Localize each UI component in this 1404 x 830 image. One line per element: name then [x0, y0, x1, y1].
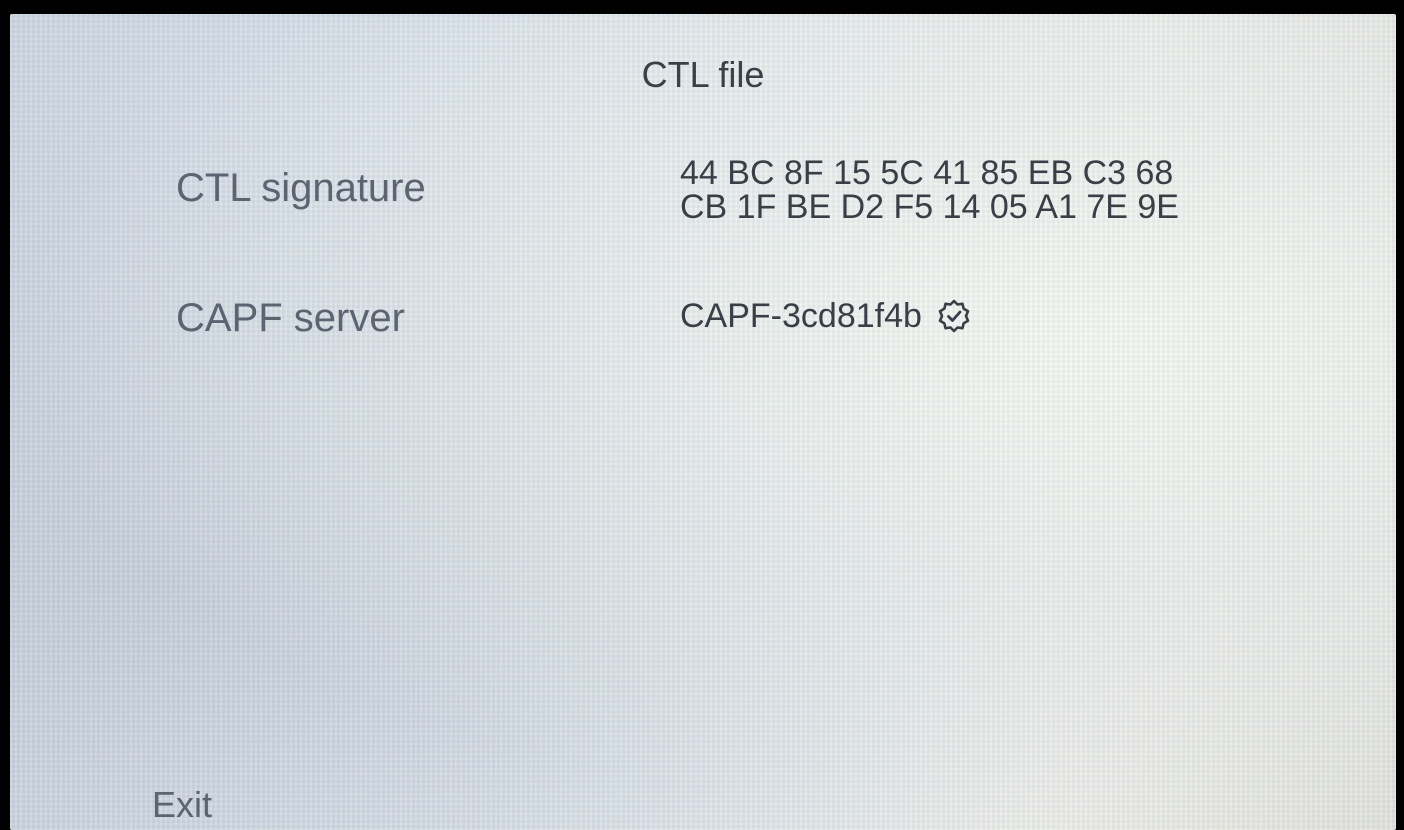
capf-server-row: CAPF-3cd81f4b	[680, 298, 972, 334]
ctl-signature-line-2: CB 1F BE D2 F5 14 05 A1 7E 9E	[680, 188, 1179, 226]
phone-screen: CTL file CTL signature 44 BC 8F 15 5C 41…	[10, 14, 1396, 830]
capf-server-value: CAPF-3cd81f4b	[680, 297, 922, 335]
ctl-signature-label: CTL signature	[176, 166, 426, 210]
ctl-signature-value: 44 BC 8F 15 5C 41 85 EB C3 68 CB 1F BE D…	[680, 156, 1179, 224]
capf-server-label: CAPF server	[176, 296, 405, 340]
page-title: CTL file	[641, 54, 765, 95]
exit-softkey[interactable]: Exit	[152, 784, 212, 826]
ctl-signature-line-1: 44 BC 8F 15 5C 41 85 EB C3 68	[680, 154, 1174, 192]
device-bezel: CTL file CTL signature 44 BC 8F 15 5C 41…	[0, 0, 1404, 830]
verified-check-icon	[936, 298, 972, 334]
